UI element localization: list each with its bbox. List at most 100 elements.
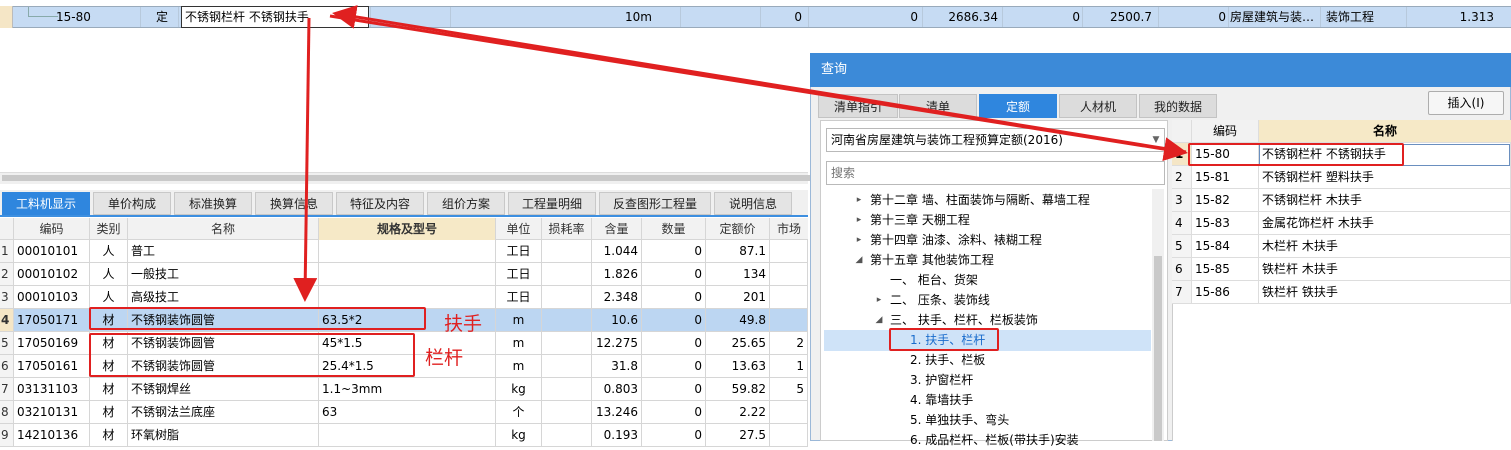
cell-unit[interactable]: 工日 (496, 240, 542, 262)
cell-price[interactable]: 2.22 (706, 401, 770, 423)
cell-loss[interactable] (542, 378, 592, 400)
cell-price[interactable]: 87.1 (706, 240, 770, 262)
col-content[interactable]: 含量 (592, 218, 642, 240)
cell-spec[interactable] (319, 424, 496, 446)
expand-arrow-icon[interactable]: ▸ (854, 190, 864, 210)
cell-price[interactable]: 49.8 (706, 309, 770, 331)
quota-name-cell[interactable]: 不锈钢栏杆 不锈钢扶手 (181, 6, 369, 28)
col-type[interactable]: 类别 (90, 218, 128, 240)
cell-type[interactable]: 人 (90, 240, 128, 262)
cell-price[interactable]: 25.65 (706, 332, 770, 354)
cell-unit[interactable]: m (496, 332, 542, 354)
cell-unit[interactable]: 工日 (496, 286, 542, 308)
cell-qty[interactable]: 0 (642, 424, 706, 446)
result-name[interactable]: 不锈钢栏杆 木扶手 (1259, 189, 1511, 211)
result-row[interactable]: 6 15-85 铁栏杆 木扶手 (1172, 258, 1511, 281)
tree-item[interactable]: 三、 扶手、栏杆、栏板装饰 (890, 310, 1038, 330)
cell-code[interactable]: 17050169 (14, 332, 90, 354)
col-spec[interactable]: 规格及型号 (319, 218, 496, 240)
cell-type[interactable]: 材 (90, 401, 128, 423)
cell-type[interactable]: 人 (90, 263, 128, 285)
row-number[interactable]: 3 (0, 286, 14, 308)
cell-market[interactable] (770, 240, 808, 262)
cell-market[interactable]: 5 (770, 378, 808, 400)
result-name[interactable]: 木栏杆 木扶手 (1259, 235, 1511, 257)
table-row[interactable]: 7 03131103 材不锈钢焊丝 1.1~3mm kg 0.803 0 59.82 5 (0, 378, 808, 401)
result-row-number[interactable]: 3 (1172, 189, 1192, 211)
cell-name[interactable]: 不锈钢法兰底座 (128, 401, 319, 423)
cell-qty[interactable]: 0 (642, 263, 706, 285)
cell-type[interactable]: 材 (90, 378, 128, 400)
cell-market[interactable] (770, 286, 808, 308)
col-qty[interactable]: 数量 (642, 218, 706, 240)
dialog-title[interactable]: 查询 (810, 53, 1511, 87)
cell-content[interactable]: 1.826 (592, 263, 642, 285)
collapse-arrow-icon[interactable]: ◢ (874, 310, 884, 330)
cell-code[interactable]: 00010103 (14, 286, 90, 308)
cell-loss[interactable] (542, 355, 592, 377)
row-number[interactable]: 1 (0, 240, 14, 262)
cell-code[interactable]: 17050171 (14, 309, 90, 331)
result-col-name[interactable]: 名称 (1259, 120, 1511, 142)
cell-loss[interactable] (542, 309, 592, 331)
cell-price[interactable]: 134 (706, 263, 770, 285)
cell-qty[interactable]: 0 (642, 309, 706, 331)
cell-qty[interactable]: 0 (642, 378, 706, 400)
cell-code[interactable]: 00010102 (14, 263, 90, 285)
horizontal-scrollbar-thumb[interactable] (2, 175, 810, 181)
cell-spec[interactable] (319, 263, 496, 285)
row-number[interactable]: 4 (0, 309, 14, 331)
cell-qty[interactable]: 0 (642, 240, 706, 262)
cell-content[interactable]: 12.275 (592, 332, 642, 354)
dropdown-arrow-icon[interactable]: ▼ (1150, 131, 1162, 149)
tab-quota[interactable]: 定额 (979, 94, 1057, 118)
cell-unit[interactable]: m (496, 355, 542, 377)
row-number[interactable]: 6 (0, 355, 14, 377)
cell-loss[interactable] (542, 401, 592, 423)
tree-item[interactable]: 第十三章 天棚工程 (870, 210, 970, 230)
cell-name[interactable]: 一般技工 (128, 263, 319, 285)
table-row[interactable]: 1 00010101 人普工 工日 1.044 0 87.1 (0, 240, 808, 263)
result-code[interactable]: 15-81 (1192, 166, 1259, 188)
cell-qty[interactable]: 0 (642, 401, 706, 423)
col-code[interactable]: 编码 (14, 218, 90, 240)
cell-name[interactable]: 环氧树脂 (128, 424, 319, 446)
cell-loss[interactable] (542, 424, 592, 446)
cell-price[interactable]: 13.63 (706, 355, 770, 377)
result-row[interactable]: 4 15-83 金属花饰栏杆 木扶手 (1172, 212, 1511, 235)
row-number[interactable]: 5 (0, 332, 14, 354)
cell-qty[interactable]: 0 (642, 332, 706, 354)
tab-quantity-detail[interactable]: 工程量明细 (508, 192, 596, 215)
expand-arrow-icon[interactable]: ▸ (854, 230, 864, 250)
cell-content[interactable]: 13.246 (592, 401, 642, 423)
cell-code[interactable]: 00010101 (14, 240, 90, 262)
result-row[interactable]: 5 15-84 木栏杆 木扶手 (1172, 235, 1511, 258)
result-name[interactable]: 铁栏杆 木扶手 (1259, 258, 1511, 280)
result-row-number[interactable]: 6 (1172, 258, 1192, 280)
result-col-code[interactable]: 编码 (1192, 120, 1259, 142)
expand-arrow-icon[interactable]: ▸ (874, 290, 884, 310)
cell-market[interactable] (770, 263, 808, 285)
collapse-arrow-icon[interactable]: ◢ (854, 250, 864, 270)
cell-name[interactable]: 高级技工 (128, 286, 319, 308)
cell-code[interactable]: 17050161 (14, 355, 90, 377)
col-unit[interactable]: 单位 (496, 218, 542, 240)
cell-content[interactable]: 0.193 (592, 424, 642, 446)
result-row-number[interactable]: 2 (1172, 166, 1192, 188)
tab-bill[interactable]: 清单 (899, 94, 977, 118)
cell-loss[interactable] (542, 263, 592, 285)
tree-item[interactable]: 一、 柜台、货架 (890, 270, 978, 290)
library-select[interactable]: 河南省房屋建筑与装饰工程预算定额(2016) (826, 128, 1165, 152)
cell-code[interactable]: 03131103 (14, 378, 90, 400)
result-code[interactable]: 15-85 (1192, 258, 1259, 280)
tab-conversion-info[interactable]: 换算信息 (255, 192, 333, 215)
selected-quota-row[interactable]: 15-80 定 不锈钢栏杆 不锈钢扶手 10m 0 0 2686.34 0 25… (0, 6, 1511, 28)
cell-name[interactable]: 普工 (128, 240, 319, 262)
tab-labor-material-machine[interactable]: 工料机显示 (2, 192, 90, 215)
tree-item[interactable]: 第十五章 其他装饰工程 (870, 250, 994, 270)
result-name[interactable]: 不锈钢栏杆 塑料扶手 (1259, 166, 1511, 188)
cell-type[interactable]: 材 (90, 424, 128, 446)
cell-qty[interactable]: 0 (642, 355, 706, 377)
row-number[interactable]: 2 (0, 263, 14, 285)
cell-code[interactable]: 14210136 (14, 424, 90, 446)
